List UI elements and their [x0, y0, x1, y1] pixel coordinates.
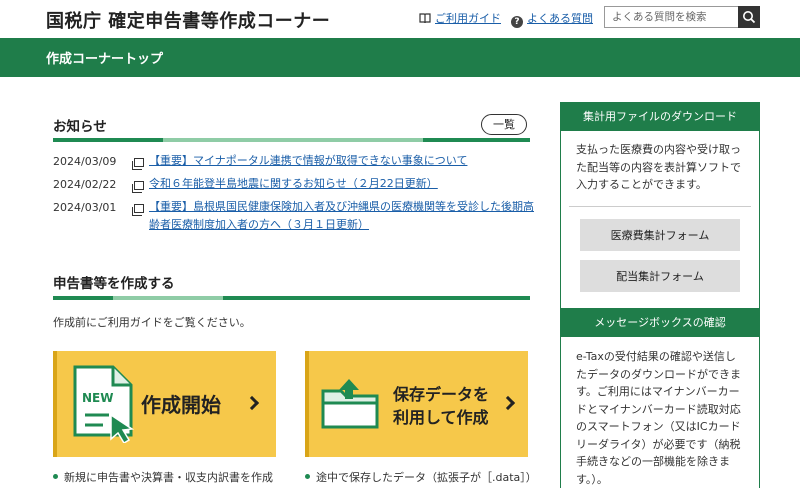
dividend-form-button[interactable]: 配当集計フォーム [580, 260, 740, 292]
guide-link[interactable]: ご利用ガイド [419, 10, 501, 26]
guide-link-label: ご利用ガイド [435, 12, 501, 25]
create-heading: 申告書等を作成する [53, 276, 175, 292]
create-underline [53, 296, 530, 300]
use-saved-label-line2: 利用して作成 [393, 408, 489, 427]
download-box: 集計用ファイルのダウンロード 支払った医療費の内容や受け取った配当等の内容を表計… [560, 102, 760, 310]
search-button[interactable] [738, 6, 760, 28]
news-heading: お知らせ [53, 119, 107, 135]
site-title[interactable]: 国税庁 確定申告書等作成コーナー [46, 7, 330, 33]
medical-expense-form-button[interactable]: 医療費集計フォーム [580, 219, 740, 251]
download-heading: 集計用ファイルのダウンロード [561, 103, 759, 131]
start-new-card[interactable]: NEW 作成開始 [53, 351, 276, 457]
divider [569, 206, 751, 207]
document-icon [132, 181, 144, 193]
news-date: 2024/03/09 [53, 155, 117, 168]
create-intro: 作成前にご利用ガイドをご覧ください。 [53, 316, 251, 329]
document-icon [132, 204, 144, 216]
search-icon [743, 11, 756, 24]
news-link[interactable]: 【重要】マイナポータル連携で情報が取得できない事象について [149, 152, 467, 170]
use-saved-data-card[interactable]: 保存データを 利用して作成 [305, 351, 528, 457]
book-icon [419, 13, 431, 24]
start-new-note: 新規に申告書や決算書・収支内訳書を作成 [53, 469, 273, 485]
download-text: 支払った医療費の内容や受け取った配当等の内容を表計算ソフトで入力することができま… [576, 143, 741, 191]
use-saved-note: 途中で保存したデータ（拡張子が［.data］） [305, 469, 537, 485]
news-link-line1[interactable]: 【重要】島根県国民健康保険加入者及び沖縄県の医療機関等を受診した後期高 [149, 198, 534, 216]
faq-link[interactable]: ? よくある質問 [511, 10, 593, 28]
page-title: 作成コーナートップ [46, 52, 164, 67]
document-icon [132, 158, 144, 170]
messagebox-heading[interactable]: メッセージボックスの確認 [561, 309, 759, 337]
news-link-line2[interactable]: 齢者医療制度加入者の方へ（３月１日更新） [149, 216, 369, 234]
news-date: 2024/03/01 [53, 201, 117, 214]
use-saved-label-line1: 保存データを [393, 385, 490, 404]
news-date: 2024/02/22 [53, 178, 117, 191]
messagebox-text: e-Taxの受付結果の確認や送信したデータのダウンロードができます。ご利用にはマ… [576, 350, 741, 486]
start-new-label: 作成開始 [141, 393, 221, 417]
chevron-right-icon [244, 395, 260, 411]
new-badge: NEW [82, 391, 114, 405]
messagebox-box: メッセージボックスの確認 e-Taxの受付結果の確認や送信したデータのダウンロー… [560, 308, 760, 488]
question-icon: ? [511, 16, 523, 28]
news-all-button[interactable]: 一覧 [481, 114, 527, 135]
page-banner: 作成コーナートップ [0, 38, 800, 77]
news-link[interactable]: 令和６年能登半島地震に関するお知らせ（２月22日更新） [149, 175, 438, 193]
faq-link-label: よくある質問 [527, 12, 593, 25]
search-input[interactable] [604, 6, 739, 28]
site-header: 国税庁 確定申告書等作成コーナー ご利用ガイド ? よくある質問 [0, 0, 800, 38]
news-underline [53, 138, 530, 142]
chevron-right-icon [500, 395, 516, 411]
folder-upload-icon [321, 379, 379, 429]
